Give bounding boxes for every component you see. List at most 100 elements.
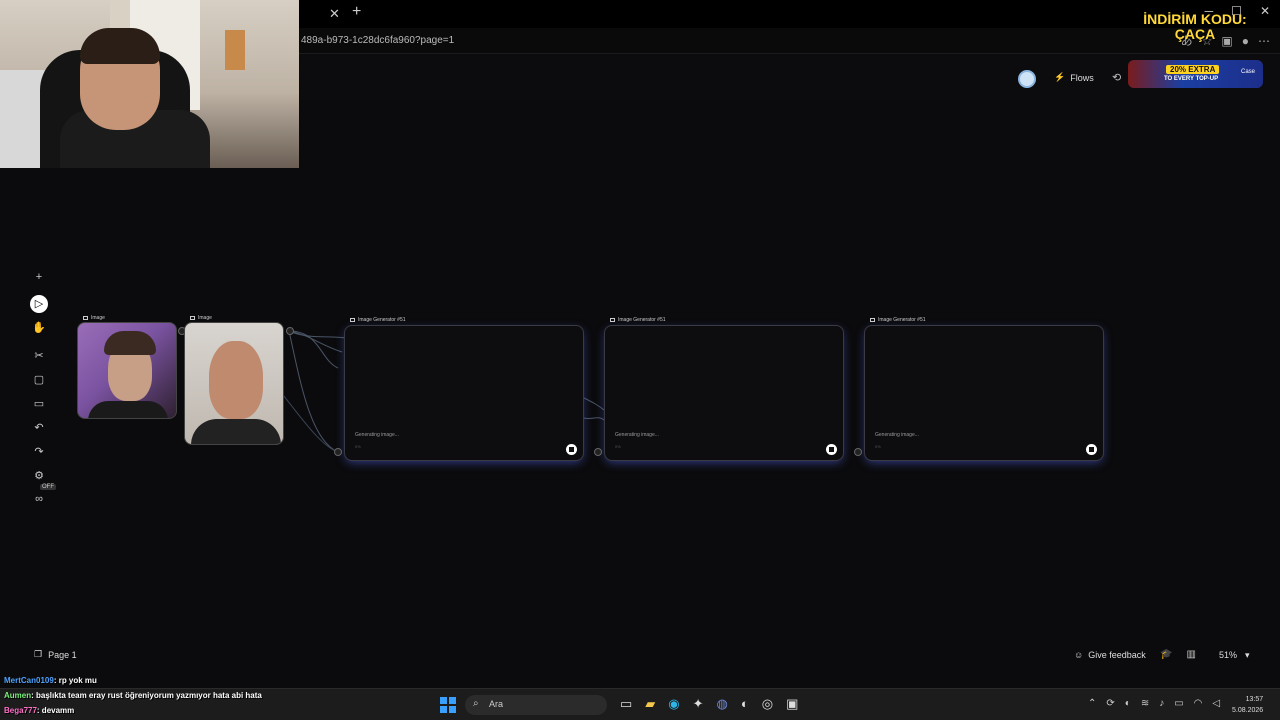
portrait-face — [209, 341, 263, 419]
scissors-icon[interactable]: ✂ — [30, 347, 48, 365]
new-tab-icon[interactable]: + — [352, 3, 361, 21]
generator-input-port[interactable] — [594, 448, 602, 456]
portrait-hair — [104, 331, 156, 355]
taskbar-search[interactable]: ⌕ Ara — [465, 695, 607, 715]
chat-text: : rp yok mu — [53, 676, 97, 685]
image-node-1[interactable] — [77, 322, 177, 419]
discord-icon[interactable]: ◍ — [717, 696, 728, 712]
image-node-title: Image — [198, 315, 212, 321]
generator-title: Image Generator #51 — [618, 317, 666, 323]
edge-icon[interactable]: ◉ — [668, 696, 679, 712]
image-node-title: Image — [91, 315, 105, 321]
generator-icon — [610, 318, 615, 322]
taskbar-apps: ▭ ▰ ◉ ✦ ◍ ◐ ◎ ▣ — [620, 696, 798, 712]
generator-title: Image Generator #51 — [878, 317, 926, 323]
chat-text: : devamm — [36, 706, 75, 715]
obs-icon[interactable]: ◎ — [762, 696, 773, 712]
close-window-icon[interactable]: ✕ — [1260, 4, 1270, 18]
generator-node-label: Image Generator #51 — [350, 317, 406, 323]
chevron-down-icon: ▾ — [1245, 650, 1250, 660]
task-view-icon[interactable]: ▭ — [620, 696, 632, 712]
chat-message: Bega777: devamm — [4, 706, 74, 715]
image-node-label: Image — [83, 315, 105, 321]
graduation-cap-icon[interactable]: 🎓 — [1160, 649, 1172, 660]
app-icon[interactable]: ✦ — [693, 696, 704, 712]
sync-icon[interactable]: ⟳ — [1106, 698, 1114, 709]
network-icon[interactable]: ≋ — [1141, 698, 1149, 709]
feedback-icon: ☺ — [1074, 650, 1084, 660]
steam-icon[interactable]: ◐ — [741, 696, 749, 712]
stop-generation-button[interactable] — [1086, 444, 1097, 455]
image-generator-node-2[interactable]: Generating image... 0% — [604, 325, 844, 461]
image-node-2[interactable] — [184, 322, 284, 445]
image-node-label: Image — [190, 315, 212, 321]
generator-icon — [350, 318, 355, 322]
image-generator-node-3[interactable]: Generating image... 0% — [864, 325, 1104, 461]
display-icon[interactable]: ▭ — [1174, 698, 1183, 709]
chat-username: Aumen — [4, 691, 32, 700]
taskbar-clock[interactable]: 13:57 5.08.2026 — [1232, 694, 1263, 716]
zoom-control[interactable]: 51% ▾ — [1219, 650, 1250, 661]
chevron-up-icon[interactable]: ⌃ — [1088, 698, 1096, 709]
image-generator-node-1[interactable]: Generating image... 0% — [344, 325, 584, 461]
more-menu-icon[interactable]: ⋯ — [1258, 34, 1270, 48]
page-selector[interactable]: ❐ Page 1 — [34, 649, 77, 660]
webcam-overlay — [0, 0, 299, 168]
connection-line — [583, 397, 605, 411]
portrait-shirt — [191, 419, 281, 444]
generator-node-label: Image Generator #51 — [870, 317, 926, 323]
generation-status: Generating image... — [875, 432, 919, 438]
wifi-icon[interactable]: ◠ — [1194, 698, 1203, 709]
connection-line — [583, 417, 605, 421]
clock-date: 5.08.2026 — [1232, 707, 1264, 714]
banner-tag: 20% EXTRA — [1166, 65, 1220, 74]
promo-banner: 20% EXTRA TO EVERY TOP-UP Case — [1128, 60, 1263, 88]
generator-input-port[interactable] — [854, 448, 862, 456]
stop-generation-button[interactable] — [826, 444, 837, 455]
url-text[interactable]: 489a-b973-1c28dc6fa960?page=1 — [301, 35, 454, 46]
feedback-label: Give feedback — [1088, 650, 1146, 660]
undo-icon[interactable]: ↶ — [30, 419, 48, 437]
stop-generation-button[interactable] — [566, 444, 577, 455]
link-icon[interactable]: ∞ — [30, 490, 48, 508]
connection-line — [288, 330, 339, 453]
generator-title: Image Generator #51 — [358, 317, 406, 323]
chat-username: MertCan0109 — [4, 676, 54, 685]
user-avatar[interactable] — [1018, 70, 1036, 88]
page-icon: ❐ — [34, 649, 43, 659]
select-cursor-icon[interactable]: ▷ — [30, 295, 48, 313]
add-icon[interactable]: + — [30, 268, 48, 286]
zoom-level: 51% — [1219, 650, 1238, 660]
promo-line-2: ÇAÇA — [1174, 26, 1216, 42]
clock-time: 13:57 — [1245, 696, 1264, 703]
chat-text: : başlıkta team eray rust öğreniyorum ya… — [31, 691, 262, 700]
give-feedback-button[interactable]: ☺ Give feedback — [1074, 650, 1146, 660]
redo-icon[interactable]: ↷ — [30, 443, 48, 461]
hand-icon[interactable]: ✋ — [30, 319, 48, 337]
comment-icon[interactable]: ▭ — [30, 395, 48, 413]
flows-label: Flows — [1070, 72, 1094, 83]
history-icon[interactable]: ⟲ — [1112, 71, 1121, 84]
windows-start-icon[interactable] — [440, 697, 456, 713]
steam-tray-icon[interactable]: ◐ — [1125, 698, 1131, 709]
image-node-output-port[interactable] — [286, 327, 294, 335]
frame-icon[interactable]: ▢ — [30, 371, 48, 389]
generation-status: Generating image... — [615, 432, 659, 438]
canvas-toolbar: + ▷ ✋ ✂ ▢ ▭ ↶ ↷ ⚙ OFF ∞ — [26, 264, 56, 512]
file-explorer-icon[interactable]: ▰ — [645, 696, 655, 712]
banner-brand: Case — [1240, 69, 1255, 75]
image-icon — [190, 316, 195, 320]
mic-icon[interactable]: ♪ — [1159, 698, 1164, 709]
chat-message: MertCan0109: rp yok mu — [4, 676, 97, 685]
map-icon[interactable]: ▥ — [1186, 649, 1195, 660]
settings-icon[interactable]: ⚙ — [30, 467, 48, 485]
volume-icon[interactable]: ◁ — [1212, 698, 1220, 709]
capcut-icon[interactable]: ▣ — [786, 696, 798, 712]
close-tab-icon[interactable]: ✕ — [329, 6, 340, 22]
flows-button[interactable]: ⚡ Flows — [1054, 72, 1094, 83]
generator-input-port[interactable] — [334, 448, 342, 456]
banner-subtitle: TO EVERY TOP-UP — [1164, 76, 1219, 82]
screen: ✕ + ─ ☐ ✕ 489a-b973-1c28dc6fa960?page=1 … — [0, 0, 1280, 720]
image-icon — [83, 316, 88, 320]
promo-line-1: İNDİRİM KODU: — [1143, 11, 1247, 27]
